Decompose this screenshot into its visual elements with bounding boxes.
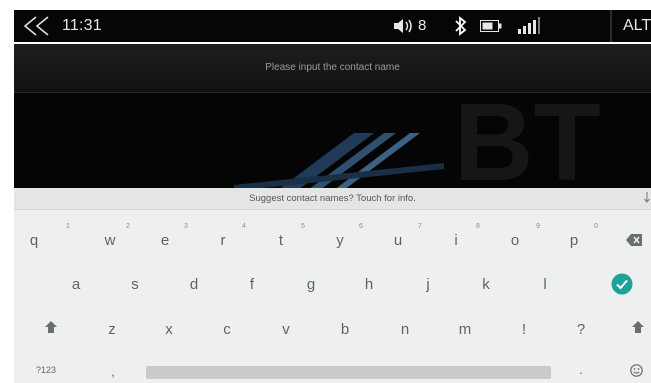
key-k[interactable]: k xyxy=(476,276,496,293)
key-o-number: 9 xyxy=(536,223,540,230)
suggestion-text: Suggest contact names? Touch for info. xyxy=(249,193,416,204)
key-u[interactable]: u xyxy=(388,232,408,249)
key-l[interactable]: l xyxy=(535,276,555,293)
background-area: BT xyxy=(14,93,651,188)
key-symbols[interactable]: ?123 xyxy=(36,365,56,375)
key-m[interactable]: m xyxy=(455,321,475,338)
clock-time: 11:31 xyxy=(62,17,102,34)
key-y-number: 6 xyxy=(359,223,363,230)
key-j[interactable]: j xyxy=(418,276,438,293)
emoji-icon[interactable] xyxy=(630,364,643,377)
key-s[interactable]: s xyxy=(125,276,145,293)
soft-keyboard: Suggest contact names? Touch for info. q… xyxy=(14,188,651,383)
key-d[interactable]: d xyxy=(184,276,204,293)
key-n[interactable]: n xyxy=(395,321,415,338)
key-v[interactable]: v xyxy=(276,321,296,338)
key-i[interactable]: i xyxy=(446,232,466,249)
signal-icon xyxy=(518,17,540,34)
suggestion-bar[interactable]: Suggest contact names? Touch for info. xyxy=(14,188,651,210)
key-f[interactable]: f xyxy=(242,276,262,293)
key-t[interactable]: t xyxy=(271,232,291,249)
volume-icon[interactable] xyxy=(392,16,416,36)
key-x[interactable]: x xyxy=(159,321,179,338)
decorative-stripes xyxy=(234,133,444,188)
back-chevron-icon[interactable] xyxy=(22,15,52,37)
keyboard-mode-alt[interactable]: ALT xyxy=(623,17,651,35)
bt-logo: BT xyxy=(454,93,601,188)
key-r[interactable]: r xyxy=(213,232,233,249)
key-g[interactable]: g xyxy=(301,276,321,293)
status-divider xyxy=(610,10,612,42)
key-o[interactable]: o xyxy=(505,232,525,249)
key-w-number: 2 xyxy=(126,223,130,230)
suggestion-arrow-icon xyxy=(644,192,650,203)
shift-icon[interactable] xyxy=(44,320,58,334)
key-t-number: 5 xyxy=(301,223,305,230)
key-w[interactable]: w xyxy=(100,232,120,249)
key-h[interactable]: h xyxy=(359,276,379,293)
key-e-number: 3 xyxy=(184,223,188,230)
spacebar[interactable] xyxy=(146,366,551,379)
input-placeholder: Please input the contact name xyxy=(265,62,400,73)
volume-level: 8 xyxy=(418,17,427,34)
key-e[interactable]: e xyxy=(155,232,175,249)
key-b[interactable]: b xyxy=(335,321,355,338)
key-c[interactable]: c xyxy=(217,321,237,338)
key-u-number: 7 xyxy=(418,223,422,230)
bt-logo-text: BT xyxy=(454,93,601,188)
battery-icon xyxy=(480,20,502,32)
key-p-number: 0 xyxy=(594,223,598,230)
contact-name-input[interactable]: Please input the contact name xyxy=(14,44,651,93)
key-period[interactable]: . xyxy=(574,362,588,377)
key-z[interactable]: z xyxy=(102,321,122,338)
status-bar: 11:31 8 ALT xyxy=(14,10,651,42)
screen: 11:31 8 ALT Please input the contact nam… xyxy=(0,0,651,383)
key-r-number: 4 xyxy=(242,223,246,230)
key-i-number: 8 xyxy=(476,223,480,230)
key-comma[interactable]: , xyxy=(106,364,120,379)
enter-check-icon[interactable] xyxy=(611,273,633,295)
key-q-number: 1 xyxy=(66,223,70,230)
key-p[interactable]: p xyxy=(564,232,584,249)
key-y[interactable]: y xyxy=(330,232,350,249)
key-q[interactable]: q xyxy=(24,232,44,249)
key-a[interactable]: a xyxy=(66,276,86,293)
shift-icon[interactable] xyxy=(631,320,645,334)
backspace-icon[interactable] xyxy=(626,234,642,246)
bluetooth-icon xyxy=(455,16,467,36)
key-question[interactable]: ? xyxy=(571,321,591,338)
key-exclamation[interactable]: ! xyxy=(514,321,534,338)
